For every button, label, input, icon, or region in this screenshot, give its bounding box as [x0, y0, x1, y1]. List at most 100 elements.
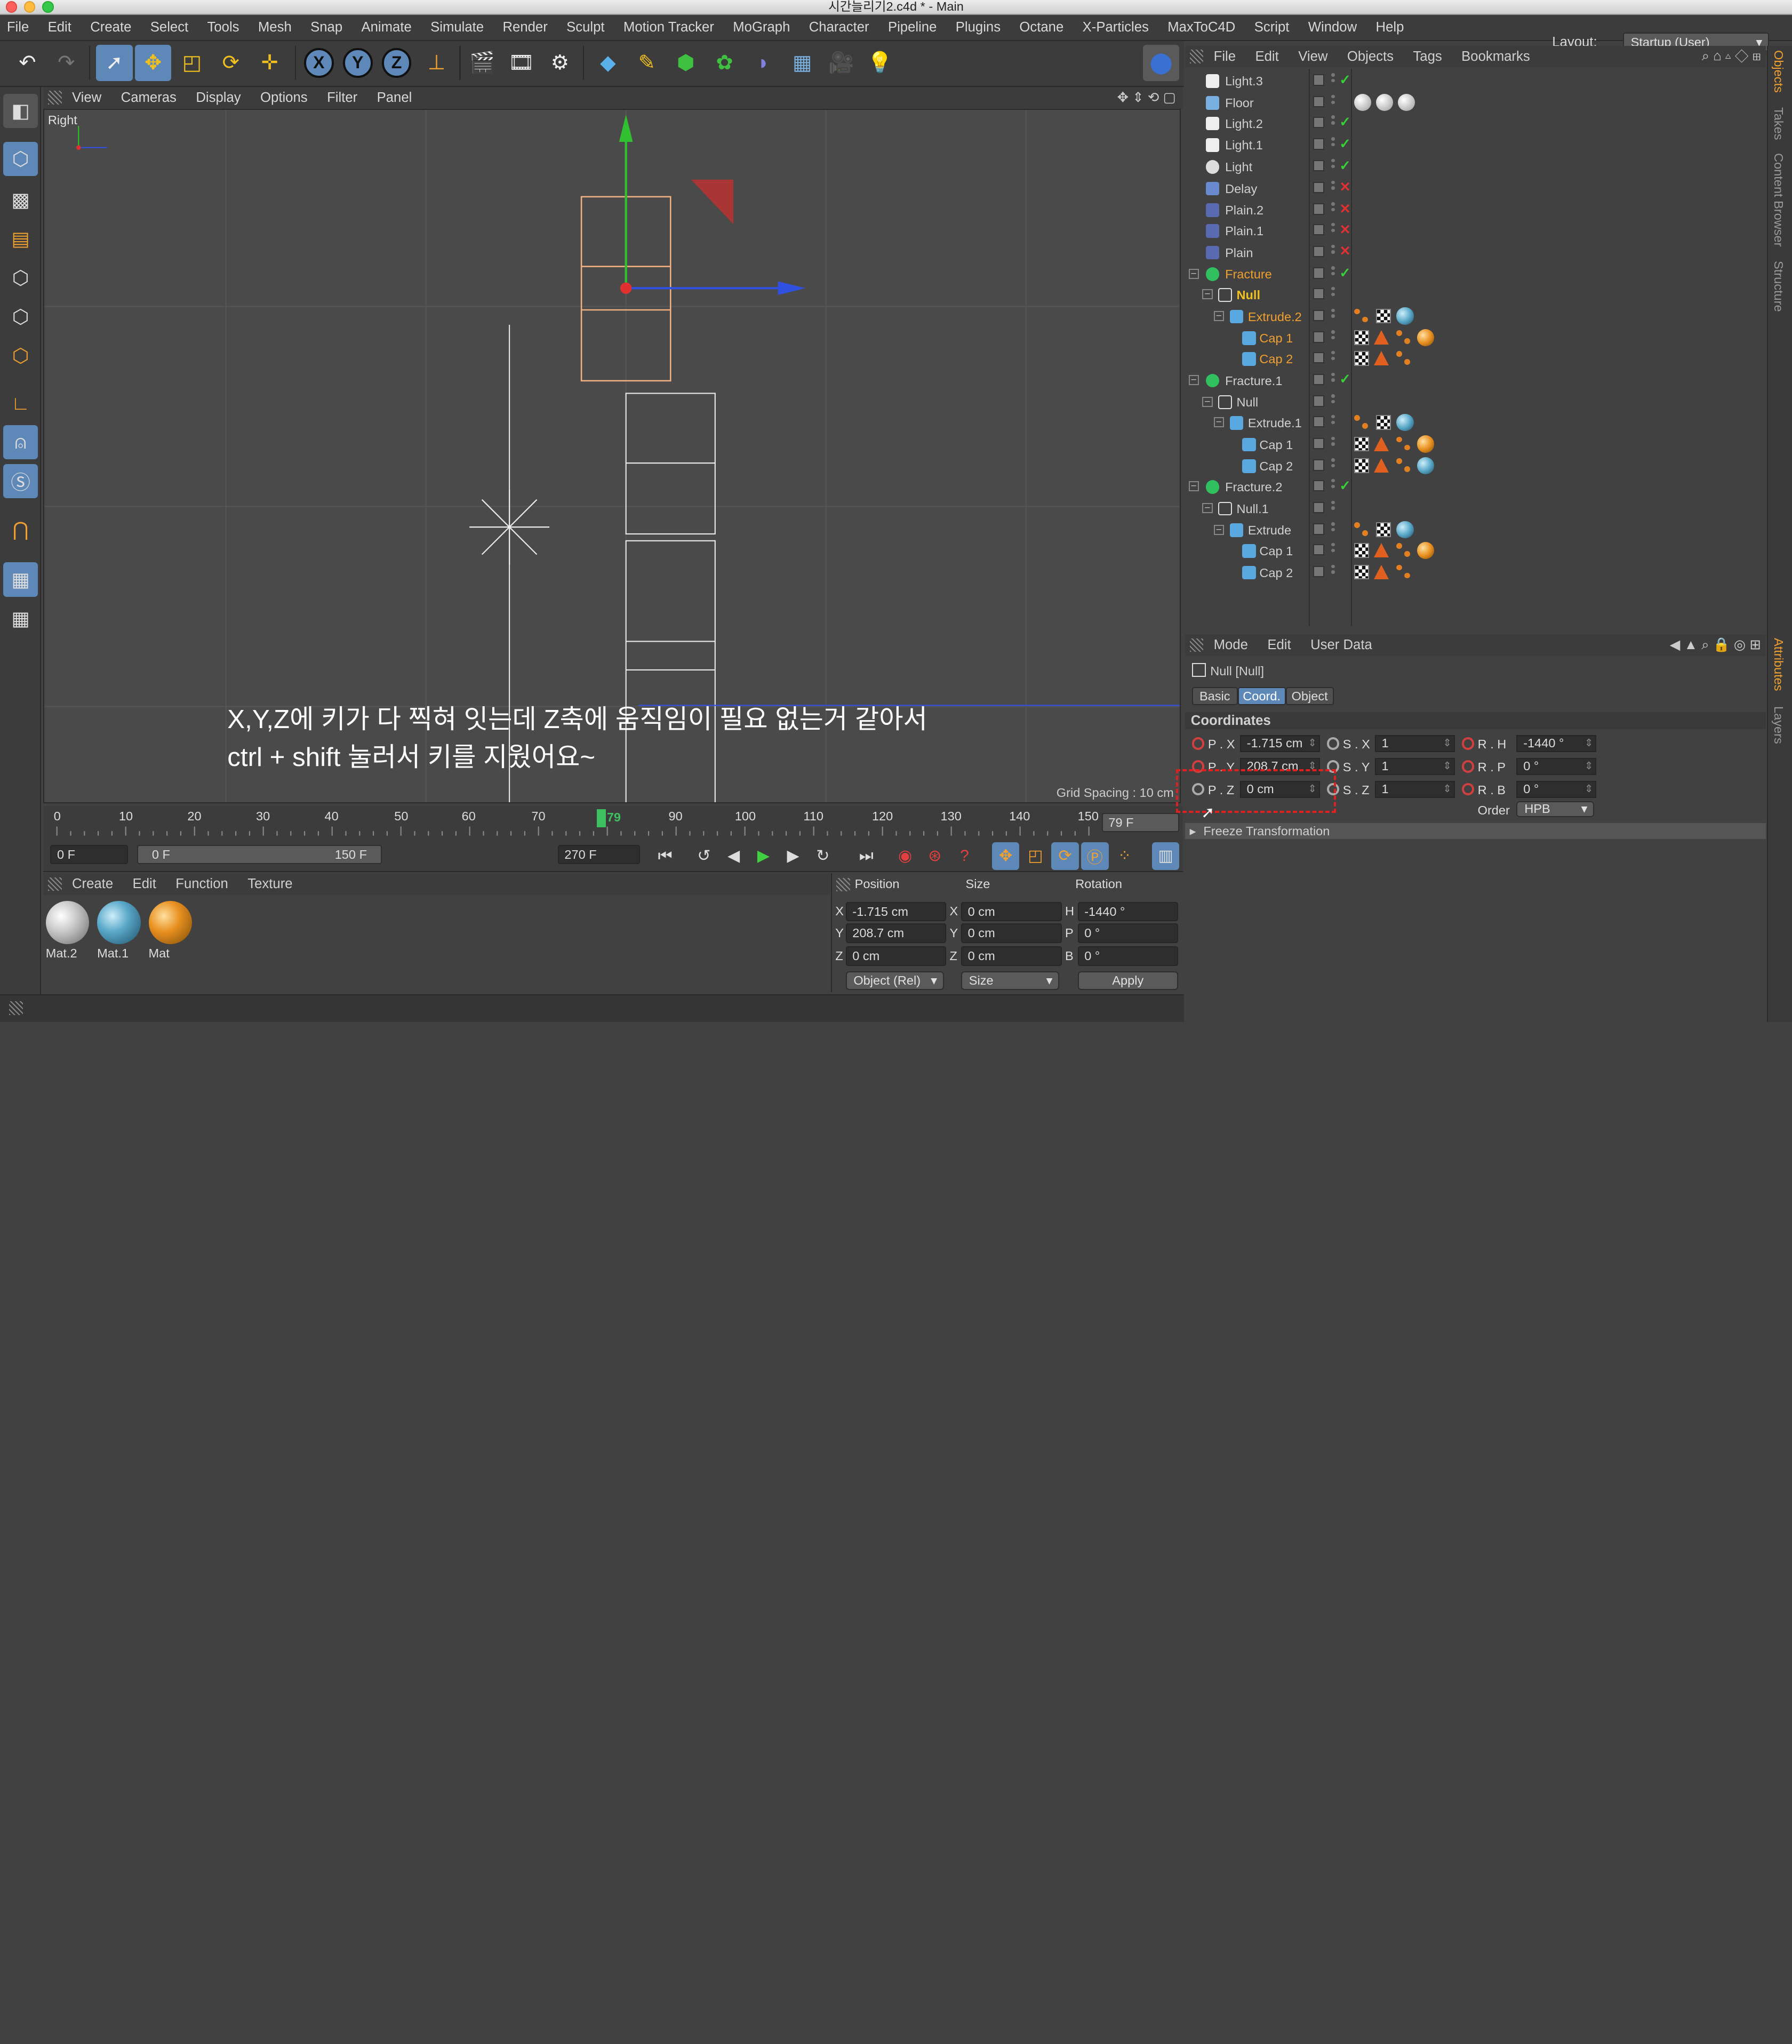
y-axis-lock-button[interactable]: Y	[342, 47, 373, 78]
material-swatch[interactable]: Mat	[148, 900, 195, 960]
visibility-dots[interactable]	[1331, 414, 1336, 431]
panel-grip-icon[interactable]	[9, 1001, 23, 1015]
menu-select[interactable]: Select	[150, 20, 188, 35]
material-tag-icon[interactable]	[1417, 457, 1435, 475]
timeline-window-button[interactable]: ▥	[1151, 842, 1180, 870]
layer-toggle[interactable]	[1313, 159, 1325, 172]
undo-button[interactable]: ↶	[9, 45, 46, 82]
selection-tag-icon[interactable]	[1373, 330, 1389, 345]
end-frame-field[interactable]: 270 F	[557, 844, 640, 864]
object-row[interactable]: Cap 2	[1185, 562, 1766, 583]
selection-tag-icon[interactable]	[1373, 351, 1389, 365]
minimize-window-button[interactable]	[23, 1, 36, 13]
next-frame-button[interactable]: ▶	[779, 842, 806, 869]
uvw-tag-icon[interactable]	[1354, 436, 1370, 452]
layer-toggle[interactable]	[1313, 459, 1325, 471]
objects-menu-file[interactable]: File	[1214, 49, 1236, 65]
r-b-field[interactable]: 0 °	[1516, 780, 1597, 798]
edges-mode-button[interactable]: ⬡	[3, 299, 37, 333]
next-key-button[interactable]: ↻	[809, 842, 836, 869]
object-row[interactable]: − Null.1	[1185, 498, 1766, 519]
object-row[interactable]: − Extrude.1	[1185, 413, 1766, 434]
coordinate-system-button[interactable]: ⊥	[418, 45, 455, 82]
material-tag-icon[interactable]	[1397, 93, 1415, 111]
object-row[interactable]: Light.1 ✓	[1185, 135, 1766, 156]
material-tag-icon[interactable]	[1417, 435, 1435, 453]
viewport-menu-view[interactable]: View	[72, 90, 101, 106]
object-row[interactable]: Cap 1	[1185, 328, 1766, 349]
phong-tag-icon[interactable]	[1396, 458, 1411, 473]
uvw-tag-icon[interactable]	[1354, 564, 1370, 580]
object-manager-nav-icons[interactable]: ⌕ ⌂ ▵ ◇ ⊞	[1702, 49, 1761, 65]
play-button[interactable]: ▶	[750, 842, 777, 869]
zoom-window-button[interactable]	[42, 1, 54, 13]
apply-button[interactable]: Apply	[1077, 971, 1179, 990]
previous-frame-button[interactable]: ◀	[720, 842, 747, 869]
material-swatch[interactable]: Mat.2	[45, 900, 92, 960]
menu-mesh[interactable]: Mesh	[258, 20, 292, 35]
menu-plugins[interactable]: Plugins	[956, 20, 1001, 35]
visibility-dots[interactable]	[1331, 372, 1336, 389]
menu-octane[interactable]: Octane	[1019, 20, 1063, 35]
object-row[interactable]: Light.2 ✓	[1185, 113, 1766, 134]
render-settings-button[interactable]: ⚙	[542, 45, 579, 82]
r-h-field[interactable]: -1440 °	[1516, 734, 1597, 752]
object-row[interactable]: Plain.2 ✕	[1185, 200, 1766, 221]
material-swatch[interactable]: Mat.1	[97, 900, 143, 960]
collapse-toggle[interactable]: −	[1188, 375, 1199, 386]
disabled-x-icon[interactable]: ✕	[1339, 222, 1351, 238]
viewport-menu-cameras[interactable]: Cameras	[121, 90, 177, 106]
selection-tag-icon[interactable]	[1373, 458, 1389, 473]
menu-maxtoc4d[interactable]: MaxToC4D	[1167, 20, 1235, 35]
current-frame-field[interactable]: 79 F	[1101, 812, 1180, 832]
s-z-field[interactable]: 1	[1374, 780, 1455, 798]
r-h-key-radio[interactable]	[1461, 737, 1475, 750]
viewport-right[interactable]: Right X,Y,Z에 키가 다 찍혀 잇는데 Z축에 움직임이 필요 없는거…	[43, 108, 1181, 804]
objects-menu-view[interactable]: View	[1298, 49, 1327, 65]
render-picture-viewer-button[interactable]: 🎞	[503, 45, 540, 82]
object-row[interactable]: Floor	[1185, 93, 1766, 114]
visibility-dots[interactable]	[1331, 286, 1336, 303]
material-tag-icon[interactable]	[1396, 413, 1414, 431]
layer-toggle[interactable]	[1313, 95, 1325, 108]
object-row[interactable]: Cap 1	[1185, 434, 1766, 455]
menu-simulate[interactable]: Simulate	[430, 20, 484, 35]
menu-window[interactable]: Window	[1308, 20, 1357, 35]
collapse-toggle[interactable]: −	[1202, 289, 1213, 300]
object-row[interactable]: − Fracture.1 ✓	[1185, 370, 1766, 391]
size-z-field[interactable]: 0 cm	[961, 946, 1062, 966]
material-tag-icon[interactable]	[1417, 541, 1435, 559]
menu-tools[interactable]: Tools	[207, 20, 239, 35]
tab-basic[interactable]: Basic	[1191, 686, 1238, 706]
pos-z-field[interactable]: 0 cm	[845, 946, 947, 966]
record-active-button[interactable]: ◉	[891, 842, 918, 869]
selection-tag-icon[interactable]	[1373, 437, 1389, 451]
texture-mode-button[interactable]: ▩	[3, 183, 37, 217]
enabled-checkmark-icon[interactable]: ✓	[1339, 72, 1351, 88]
object-row[interactable]: Cap 1	[1185, 541, 1766, 562]
uvw-tag-icon[interactable]	[1354, 458, 1370, 474]
pos-y-field[interactable]: 208.7 cm	[845, 923, 947, 943]
visibility-dots[interactable]	[1331, 478, 1336, 495]
uvw-tag-icon[interactable]	[1354, 350, 1370, 366]
object-row[interactable]: − Extrude.2	[1185, 306, 1766, 327]
record-position-button[interactable]: ✥	[991, 842, 1020, 870]
tab-structure[interactable]: Structure	[1771, 261, 1786, 312]
viewport-menu-panel[interactable]: Panel	[377, 90, 412, 106]
visibility-dots[interactable]	[1331, 500, 1336, 517]
layer-toggle[interactable]	[1313, 74, 1325, 86]
menu-render[interactable]: Render	[502, 20, 547, 35]
material-menu-edit[interactable]: Edit	[133, 876, 156, 892]
uvw-tag-icon[interactable]	[1375, 522, 1391, 538]
collapse-toggle[interactable]: −	[1213, 311, 1224, 322]
menu-edit[interactable]: Edit	[48, 20, 71, 35]
s-x-key-radio[interactable]	[1326, 737, 1340, 750]
attributes-menu-user-data[interactable]: User Data	[1310, 637, 1372, 653]
coordinate-mode-dropdown[interactable]: Object (Rel)	[845, 971, 944, 990]
phong-tag-icon[interactable]	[1396, 542, 1411, 558]
add-deformer-button[interactable]: ◗	[745, 45, 782, 82]
phong-tag-icon[interactable]	[1396, 330, 1411, 345]
layer-toggle[interactable]	[1313, 395, 1325, 407]
layer-toggle[interactable]	[1313, 138, 1325, 150]
s-x-field[interactable]: 1	[1374, 734, 1455, 752]
